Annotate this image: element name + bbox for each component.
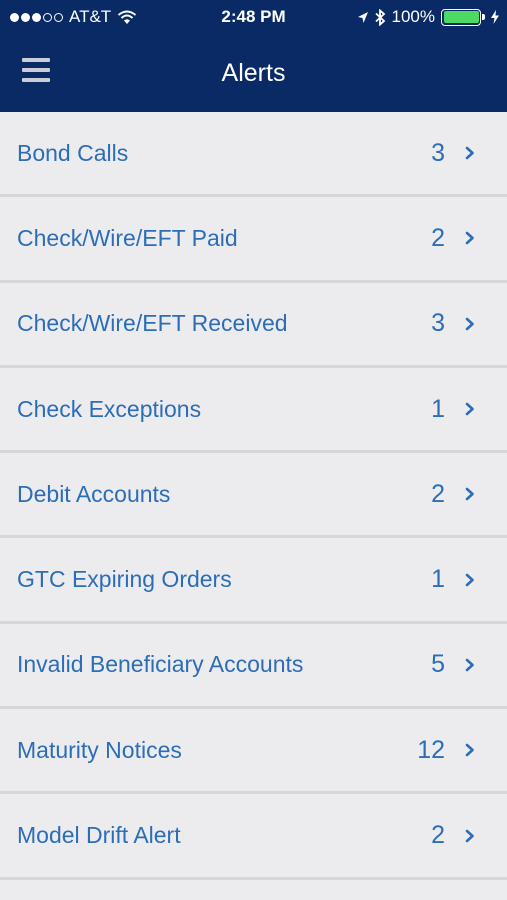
alert-row[interactable]: Model Drift Alert 2 [0,794,507,880]
alert-count: 1 [431,394,445,423]
menu-line [22,78,50,82]
bluetooth-icon [374,8,385,26]
alert-row[interactable]: Invalid Beneficiary Accounts 5 [0,623,507,710]
battery-level-fill [443,11,479,23]
signal-dot [54,12,63,22]
alert-count: 5 [431,650,445,679]
alert-row[interactable]: Check/Wire/EFT Received 3 [0,282,507,368]
signal-dot [10,12,19,22]
location-icon [357,11,368,23]
alert-count: 1 [431,565,445,594]
chevron-right-icon [465,146,474,160]
alert-label: Check/Wire/EFT Received [17,310,288,337]
chevron-right-icon [465,488,474,501]
alert-row[interactable]: Debit Accounts 2 [0,453,507,539]
alert-row[interactable]: Check/Wire/EFT Paid 2 [0,197,507,283]
alert-count: 12 [417,735,445,764]
alert-label: Maturity Notices [17,736,182,763]
alert-row[interactable]: Maturity Notices 12 [0,709,507,795]
chevron-right-icon [465,743,474,757]
chevron-right-icon [465,402,474,416]
alert-label: Check/Wire/EFT Paid [17,224,238,251]
alert-label: Debit Accounts [17,480,171,507]
battery-percent: 100% [391,7,435,26]
alert-label: Check Exceptions [17,395,202,422]
alert-count: 2 [431,479,445,508]
charging-icon [491,10,499,24]
battery-icon [441,8,485,26]
alert-row[interactable]: Check Exceptions 1 [0,367,507,454]
alerts-list: Bond Calls 3 Check/Wire/EFT Paid 2 Check/Wir… [0,112,507,880]
alert-count: 2 [431,821,445,850]
chevron-right-icon [465,573,474,586]
chevron-right-icon [465,232,474,245]
chevron-right-icon [465,317,474,331]
menu-line [22,68,50,72]
carrier-name: AT&T [69,7,112,26]
alert-count: 3 [431,309,445,338]
alert-label: GTC Expiring Orders [17,566,232,593]
navigation-bar: Alerts [0,34,507,112]
hamburger-menu-icon[interactable] [22,58,50,82]
menu-line [22,58,50,62]
chevron-right-icon [465,658,474,672]
alert-label: Bond Calls [17,139,129,166]
chevron-right-icon [465,829,474,842]
signal-dot [43,12,52,22]
status-left: AT&T [10,7,137,27]
alert-label: Model Drift Alert [17,822,181,849]
signal-strength-icon [10,12,63,22]
wifi-icon [118,10,137,24]
alert-row[interactable]: GTC Expiring Orders 1 [0,538,507,624]
alert-label: Invalid Beneficiary Accounts [17,651,304,678]
signal-dot [32,12,41,22]
status-right: 100% [357,7,499,27]
signal-dot [21,12,30,22]
alert-count: 2 [431,223,445,252]
alert-row[interactable]: Bond Calls 3 [0,112,507,198]
page-title: Alerts [221,58,286,87]
status-bar: AT&T 2:48 PM 100% [0,0,507,34]
alert-count: 3 [431,138,445,167]
